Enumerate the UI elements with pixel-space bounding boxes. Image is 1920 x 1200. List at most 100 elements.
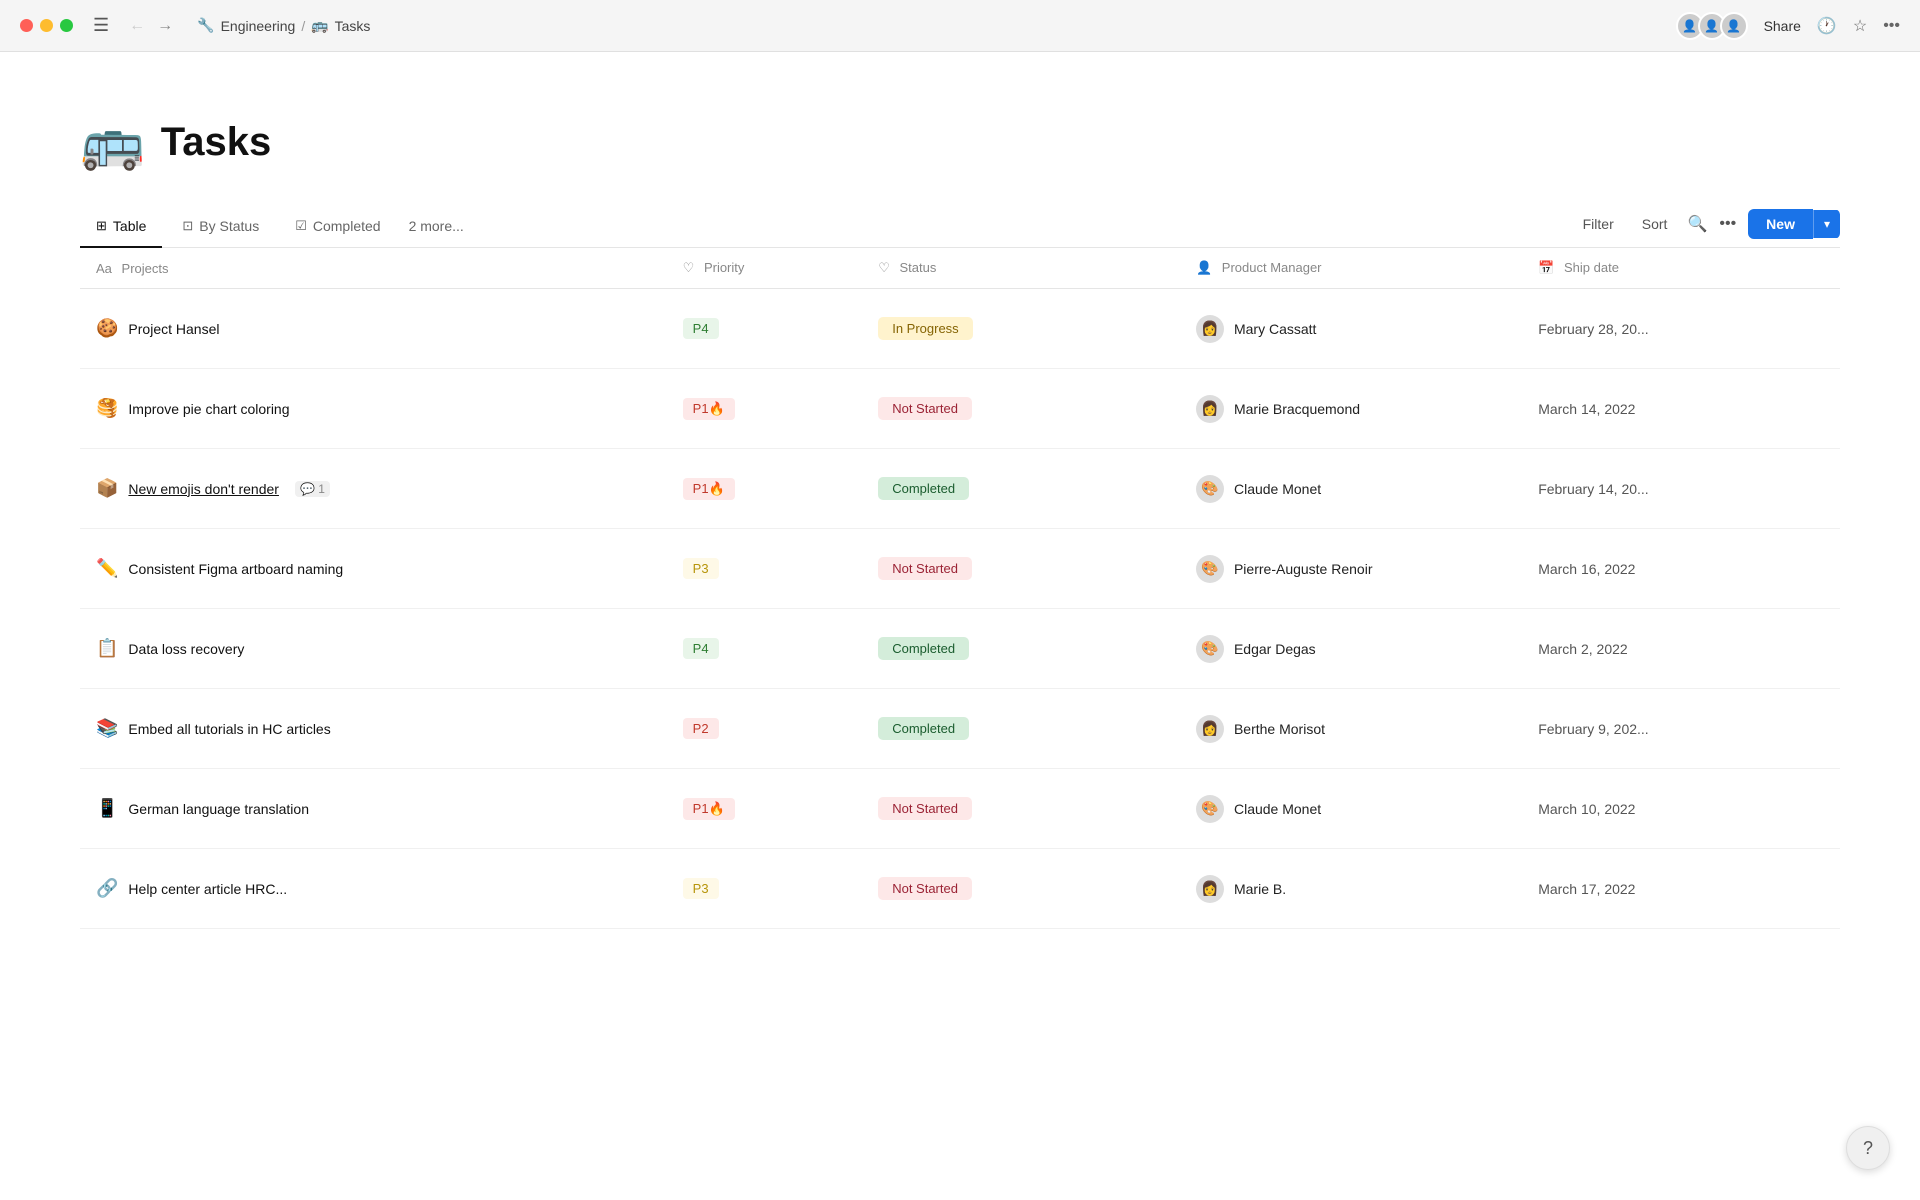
star-icon[interactable]: ☆ [1853,16,1867,36]
close-button[interactable] [20,19,33,32]
toolbar-more-icon[interactable]: ••• [1719,215,1736,233]
tab-completed[interactable]: ☑ Completed [279,210,396,248]
table-row[interactable]: 📦New emojis don't render💬 1P1🔥Completed🎨… [80,449,1840,529]
filter-button[interactable]: Filter [1575,212,1622,236]
completed-tab-icon: ☑ [295,218,307,234]
status-cell[interactable]: Completed [862,449,1180,529]
search-icon[interactable]: 🔍 [1687,214,1707,234]
nav-arrows: ← → [125,15,177,37]
table-row[interactable]: 📚Embed all tutorials in HC articlesP2Com… [80,689,1840,769]
minimize-button[interactable] [40,19,53,32]
pm-cell[interactable]: 🎨Pierre-Auguste Renoir [1180,529,1522,609]
pm-avatar: 🎨 [1196,795,1224,823]
pm-cell[interactable]: 👩Berthe Morisot [1180,689,1522,769]
share-button[interactable]: Share [1764,18,1801,34]
pm-cell[interactable]: 🎨Claude Monet [1180,449,1522,529]
priority-cell[interactable]: P1🔥 [667,369,863,449]
priority-cell[interactable]: P3 [667,849,863,929]
ship-date-cell: March 2, 2022 [1522,609,1840,689]
priority-cell[interactable]: P1🔥 [667,769,863,849]
pm-cell[interactable]: 👩Marie B. [1180,849,1522,929]
status-cell[interactable]: Not Started [862,369,1180,449]
status-cell[interactable]: Not Started [862,529,1180,609]
table-row[interactable]: 🍪 Project Hansel P4In Progress 👩 Mary Cassat… [80,289,1840,369]
status-badge: Not Started [878,877,972,900]
project-name[interactable]: Data loss recovery [128,641,244,657]
project-name[interactable]: New emojis don't render [128,481,279,497]
project-name[interactable]: Help center article HRC... [128,881,287,897]
avatar-3[interactable]: 👤 [1720,12,1748,40]
projects-cell[interactable]: 📋Data loss recovery [80,609,667,689]
menu-icon[interactable]: ☰ [93,15,109,36]
tab-by-status-label: By Status [199,218,259,234]
projects-cell[interactable]: 📚Embed all tutorials in HC articles [80,689,667,769]
project-name[interactable]: Improve pie chart coloring [128,401,289,417]
priority-cell[interactable]: P4 [667,609,863,689]
col-header-status[interactable]: ♡ Status [862,248,1180,289]
status-cell[interactable]: Not Started [862,849,1180,929]
page-title-row: 🚌 Tasks [80,112,1840,173]
pm-avatar: 👩 [1196,315,1224,343]
ship-date-cell: February 14, 20... [1522,449,1840,529]
status-cell[interactable]: Completed [862,609,1180,689]
pm-avatar: 👩 [1196,395,1224,423]
new-dropdown-button[interactable]: ▾ [1813,210,1840,238]
projects-cell[interactable]: ✏️Consistent Figma artboard naming [80,529,667,609]
tab-by-status[interactable]: ⊡ By Status [166,210,275,248]
ship-date-cell: March 10, 2022 [1522,769,1840,849]
project-name[interactable]: Embed all tutorials in HC articles [128,721,330,737]
status-cell[interactable]: Not Started [862,769,1180,849]
table-row[interactable]: 📋Data loss recoveryP4Completed🎨Edgar Deg… [80,609,1840,689]
pm-cell[interactable]: 👩Marie Bracquemond [1180,369,1522,449]
history-icon[interactable]: 🕐 [1817,16,1837,36]
priority-cell[interactable]: P1🔥 [667,449,863,529]
pm-name: Mary Cassatt [1234,321,1316,337]
projects-cell[interactable]: 🔗 Help center article HRC... [80,849,667,929]
table-row[interactable]: ✏️Consistent Figma artboard namingP3Not … [80,529,1840,609]
status-badge: Not Started [878,397,972,420]
table-row[interactable]: 🥞Improve pie chart coloringP1🔥 Not Starte… [80,369,1840,449]
project-emoji: 🍪 [96,318,118,339]
priority-cell[interactable]: P3 [667,529,863,609]
comment-badge[interactable]: 💬 1 [295,481,330,497]
status-cell[interactable]: Completed [862,689,1180,769]
project-name[interactable]: German language translation [128,801,309,817]
pm-name: Berthe Morisot [1234,721,1325,737]
projects-cell[interactable]: 🍪 Project Hansel [80,289,667,369]
breadcrumb-section[interactable]: Engineering [221,18,296,34]
projects-cell[interactable]: 📦New emojis don't render💬 1 [80,449,667,529]
projects-col-icon: Aa [96,261,112,276]
projects-cell[interactable]: 🥞Improve pie chart coloring [80,369,667,449]
col-header-pm[interactable]: 👤 Product Manager [1180,248,1522,289]
ship-date: March 10, 2022 [1538,801,1635,817]
tab-table[interactable]: ⊞ Table [80,210,162,248]
table-row[interactable]: 📱German language translationP1🔥Not Start… [80,769,1840,849]
pm-cell[interactable]: 🎨Edgar Degas [1180,609,1522,689]
forward-button[interactable]: → [153,15,177,37]
project-name[interactable]: Project Hansel [128,321,219,337]
back-button[interactable]: ← [125,15,149,37]
more-tabs-button[interactable]: 2 more... [401,210,472,246]
pm-cell[interactable]: 👩 Mary Cassatt [1180,289,1522,369]
col-header-priority[interactable]: ♡ Priority [667,248,863,289]
table-container: Aa Projects ♡ Priority ♡ Status 👤 Produc… [80,248,1840,929]
project-name[interactable]: Consistent Figma artboard naming [128,561,343,577]
titlebar: ☰ ← → 🔧 Engineering / 🚌 Tasks 👤 👤 👤 Shar… [0,0,1920,52]
project-emoji: 🔗 [96,878,118,899]
help-button[interactable]: ? [1846,1126,1890,1170]
new-button[interactable]: New [1748,209,1813,239]
sort-button[interactable]: Sort [1634,212,1676,236]
col-header-ship[interactable]: 📅 Ship date [1522,248,1840,289]
maximize-button[interactable] [60,19,73,32]
projects-cell[interactable]: 📱German language translation [80,769,667,849]
table-row[interactable]: 🔗 Help center article HRC... P3 Not Started… [80,849,1840,929]
priority-cell[interactable]: P4 [667,289,863,369]
pm-cell[interactable]: 🎨Claude Monet [1180,769,1522,849]
ship-date: March 16, 2022 [1538,561,1635,577]
pm-name: Edgar Degas [1234,641,1316,657]
status-cell[interactable]: In Progress [862,289,1180,369]
breadcrumb-page[interactable]: Tasks [335,18,371,34]
col-header-projects[interactable]: Aa Projects [80,248,667,289]
priority-cell[interactable]: P2 [667,689,863,769]
more-icon[interactable]: ••• [1883,17,1900,35]
